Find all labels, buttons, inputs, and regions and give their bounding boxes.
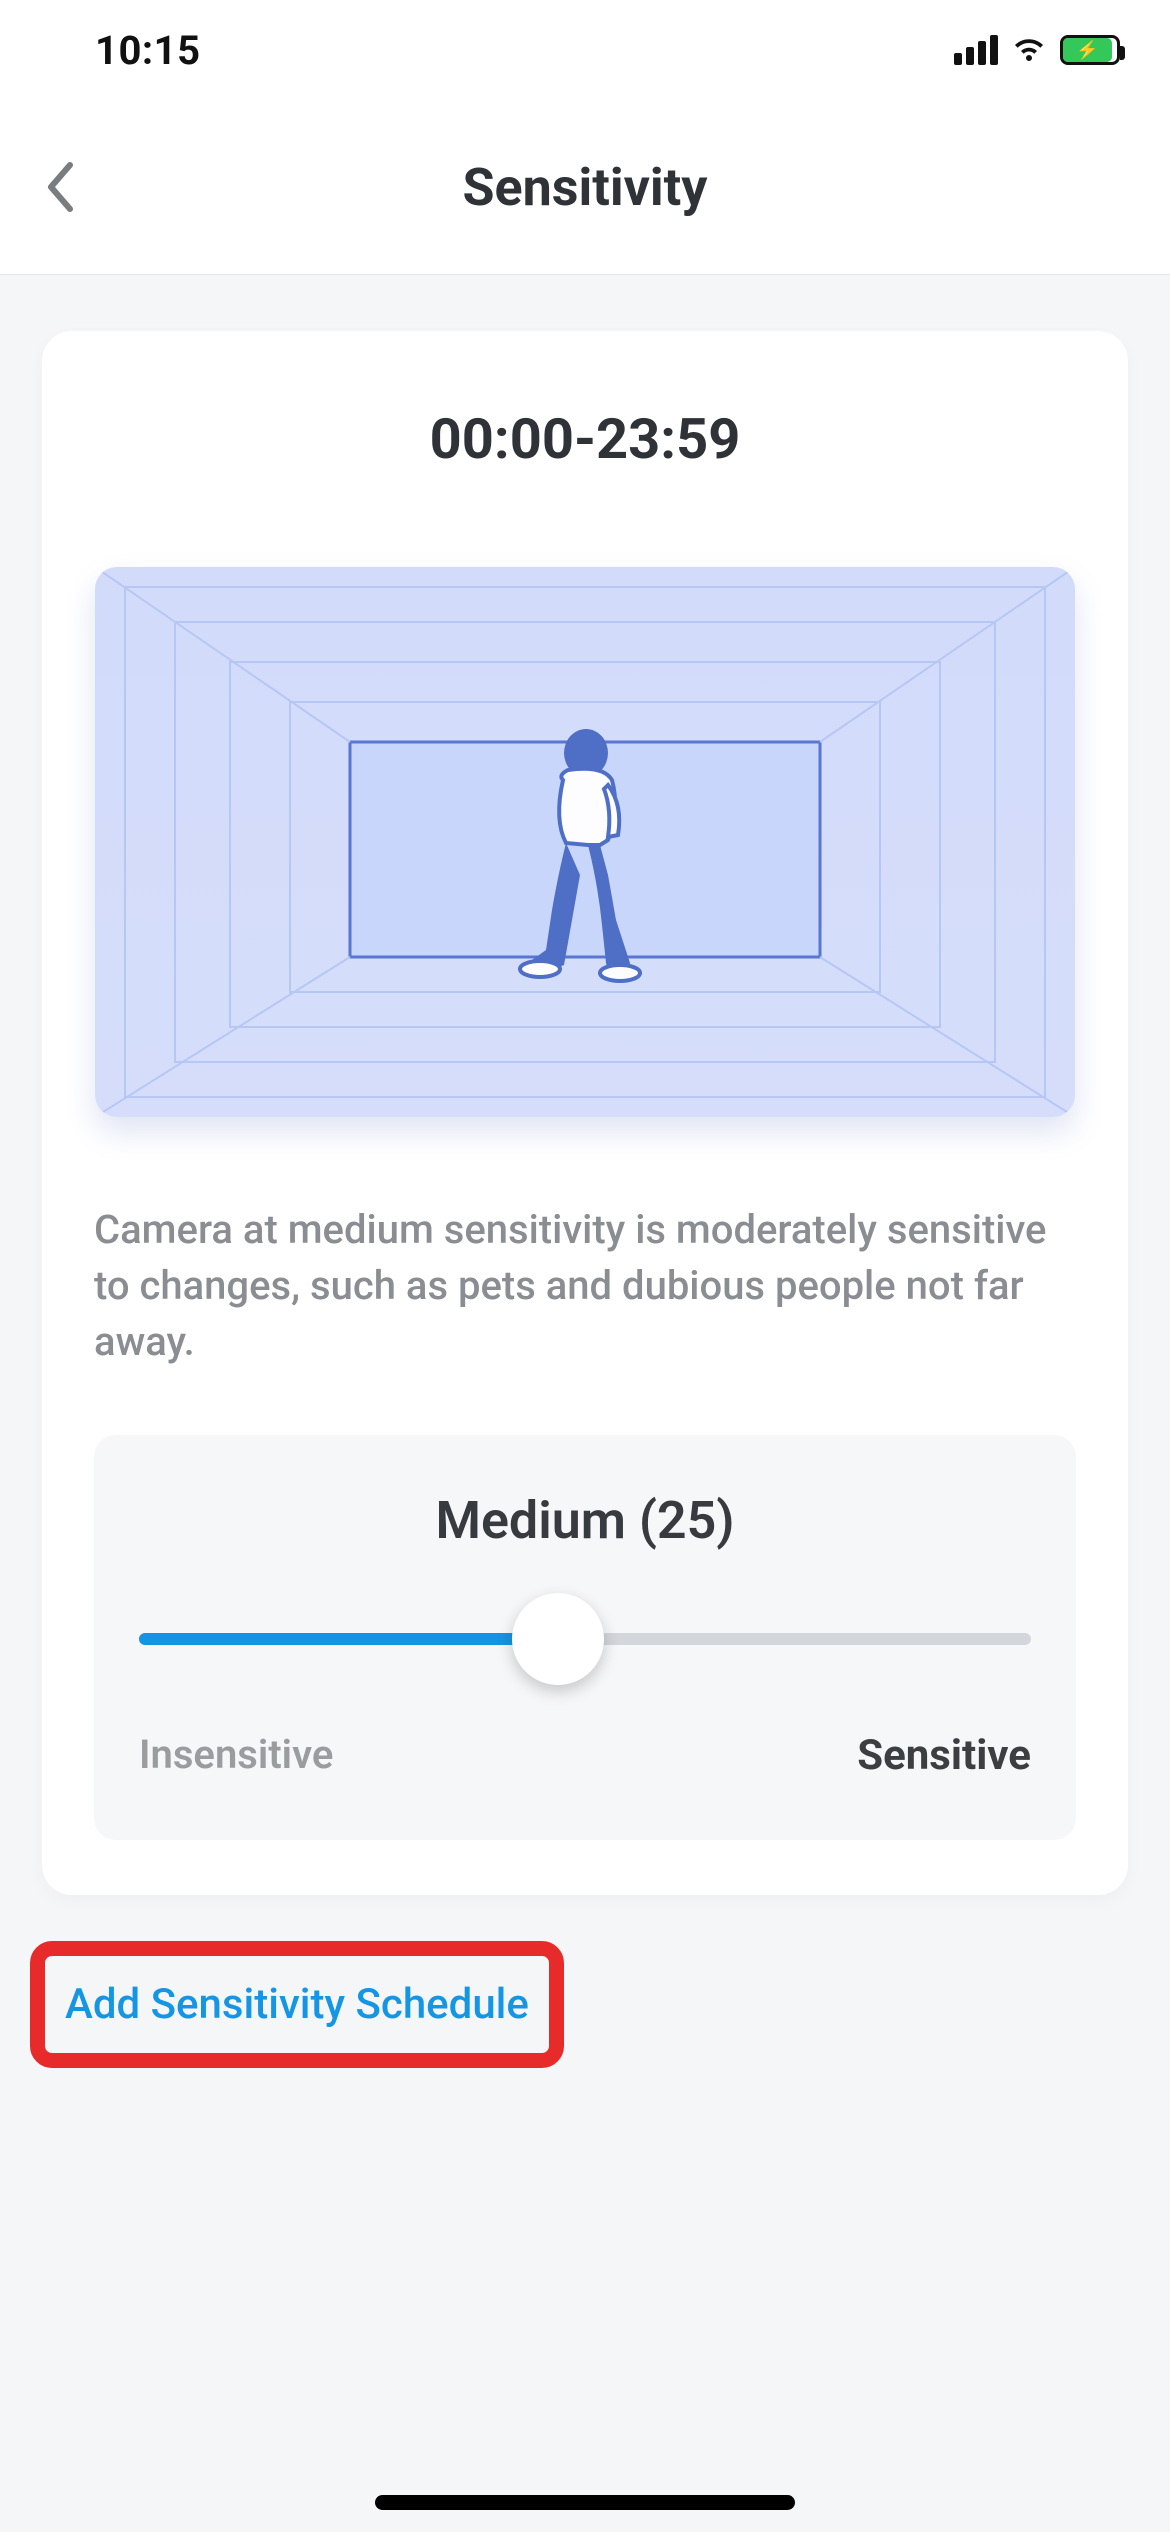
status-bar: 10:15 ⚡	[0, 0, 1170, 100]
slider-min-label: Insensitive	[139, 1731, 333, 1780]
sensitivity-level-label: Medium (25)	[139, 1490, 1031, 1551]
walking-person-icon	[508, 725, 648, 985]
sensitivity-slider-panel: Medium (25) Insensitive Sensitive	[94, 1435, 1076, 1840]
sensitivity-card: 00:00-23:59	[42, 331, 1128, 1895]
sensitivity-slider[interactable]	[139, 1606, 1031, 1671]
content-area: 00:00-23:59	[0, 276, 1170, 2532]
schedule-time-range: 00:00-23:59	[94, 406, 1076, 472]
wifi-icon	[1010, 35, 1048, 65]
page-title: Sensitivity	[463, 157, 708, 218]
home-indicator[interactable]	[375, 2495, 795, 2510]
sensitivity-illustration	[95, 567, 1075, 1117]
status-indicators: ⚡	[954, 35, 1120, 65]
battery-charging-icon: ⚡	[1060, 35, 1120, 65]
slider-end-labels: Insensitive Sensitive	[139, 1731, 1031, 1780]
slider-thumb[interactable]	[512, 1593, 604, 1685]
add-sensitivity-schedule-link[interactable]: Add Sensitivity Schedule	[65, 1980, 529, 2029]
slider-fill	[139, 1633, 558, 1645]
back-button[interactable]	[30, 157, 90, 217]
sensitivity-description: Camera at medium sensitivity is moderate…	[94, 1202, 1076, 1370]
chevron-left-icon	[45, 162, 75, 212]
status-time: 10:15	[95, 27, 201, 74]
slider-max-label: Sensitive	[857, 1731, 1031, 1780]
cellular-signal-icon	[954, 35, 998, 65]
add-schedule-highlight: Add Sensitivity Schedule	[30, 1941, 564, 2068]
nav-header: Sensitivity	[0, 100, 1170, 275]
